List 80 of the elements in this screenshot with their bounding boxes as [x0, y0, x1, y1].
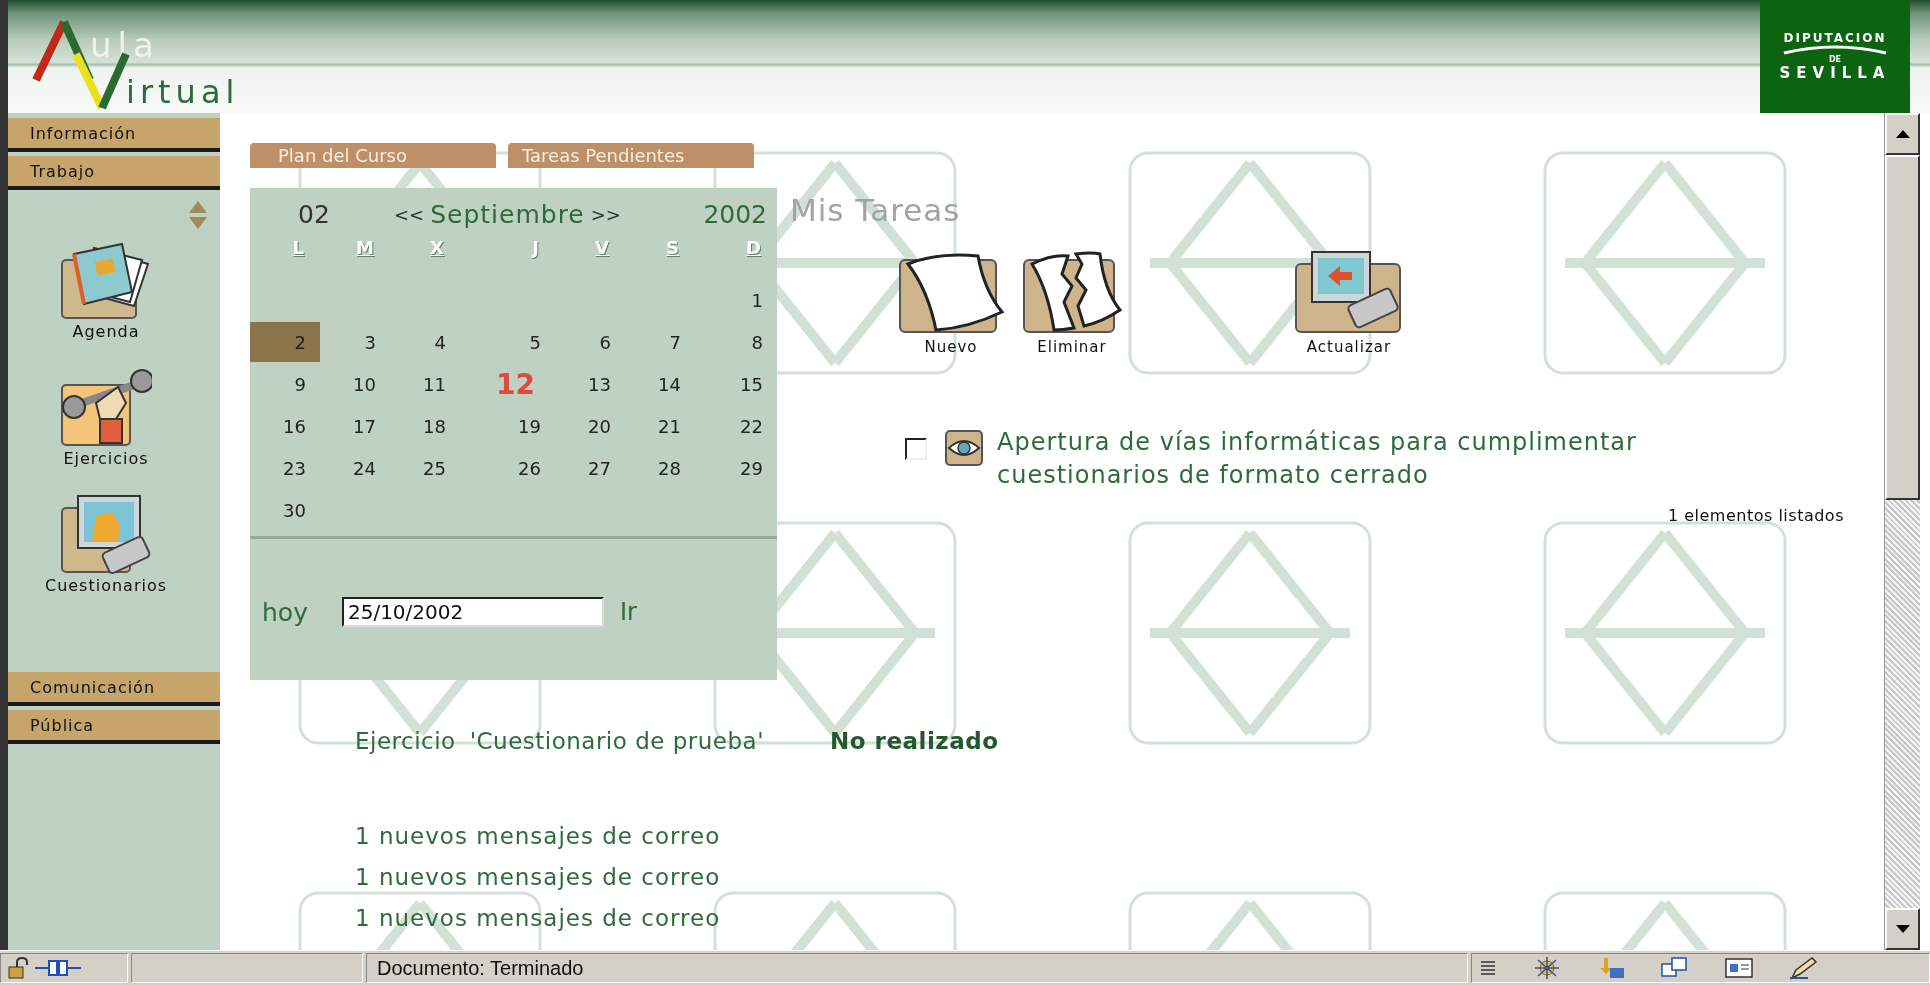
month-label: Septiembre: [430, 199, 585, 229]
item-count: 1 elementos listados: [1666, 506, 1844, 525]
sidebar-section[interactable]: Información: [8, 118, 220, 152]
exercise-label: Ejercicio: [355, 727, 456, 756]
calendar-day[interactable]: 29: [695, 448, 777, 488]
compass-icon[interactable]: [1532, 956, 1562, 980]
calendar-day[interactable]: 28: [625, 448, 695, 488]
card-icon[interactable]: [1724, 956, 1754, 980]
date-field[interactable]: 25/10/2002: [341, 597, 604, 627]
scrollbar[interactable]: [1884, 113, 1920, 950]
calendar-day[interactable]: 18: [390, 406, 460, 446]
calendar-day[interactable]: 9: [250, 364, 320, 404]
calendar-day[interactable]: 7: [625, 322, 695, 362]
calendar-day[interactable]: 16: [250, 406, 320, 446]
plug-icon: [35, 958, 81, 978]
down-arrow-icon: [1895, 925, 1910, 933]
computer-icon: [60, 494, 152, 574]
mail-notice-link[interactable]: 1 nuevos mensajes de correo: [355, 857, 721, 898]
calendar-day[interactable]: 23: [250, 448, 320, 488]
eye-icon[interactable]: [945, 430, 983, 466]
calendar-day[interactable]: 26: [460, 448, 555, 488]
next-month-button[interactable]: >>: [584, 203, 627, 225]
sidebar-item[interactable]: Agenda: [60, 242, 152, 341]
pen-icon[interactable]: [1788, 956, 1818, 980]
calendar-day[interactable]: 30: [250, 490, 320, 530]
previous-month-button[interactable]: <<: [388, 203, 431, 225]
calendar-day[interactable]: 22: [695, 406, 777, 446]
lock-icon: [7, 957, 29, 979]
calendar-day[interactable]: 11: [390, 364, 460, 404]
calendar-day[interactable]: 17: [320, 406, 390, 446]
today-label: hoy: [262, 597, 308, 627]
scroll-up-button[interactable]: [1885, 113, 1920, 155]
emblem-logo: DIPUTACION DE SEVILLA: [1760, 0, 1910, 113]
mail-notice-link[interactable]: 1 nuevos mensajes de correo: [355, 898, 721, 939]
toolbar-button[interactable]: Actualizar: [1294, 250, 1404, 356]
list-icon[interactable]: [1478, 958, 1498, 978]
calendar-day[interactable]: 19: [460, 406, 555, 446]
calendar-day[interactable]: 4: [390, 322, 460, 362]
up-arrow-icon: [1895, 130, 1910, 138]
torn-page-icon: [1022, 250, 1122, 334]
sidebar-section[interactable]: Trabajo: [8, 156, 220, 190]
calendar-day[interactable]: 27: [555, 448, 625, 488]
sidebar-section[interactable]: Comunicación: [8, 672, 220, 706]
calendar-day[interactable]: 25: [390, 448, 460, 488]
calendar-day[interactable]: 8: [695, 322, 777, 362]
mail-notice-link[interactable]: 1 nuevos mensajes de correo: [355, 816, 721, 857]
calendar-day[interactable]: 24: [320, 448, 390, 488]
chat-icon[interactable]: [1660, 956, 1690, 980]
sidebar-section[interactable]: Pública: [8, 710, 220, 744]
logo-text: irtual: [126, 74, 240, 110]
logo-text: ula: [90, 26, 160, 64]
toolbar-button[interactable]: Nuevo: [898, 250, 1004, 356]
scroll-down-button[interactable]: [1885, 908, 1920, 950]
blank-page-icon: [898, 250, 1004, 334]
calendar-day[interactable]: 15: [695, 364, 777, 404]
toolbar-button[interactable]: Eliminar: [1022, 250, 1122, 356]
sidebar-item[interactable]: Ejercicios: [60, 367, 152, 468]
day-number: 02: [298, 199, 331, 229]
calendar-day[interactable]: 13: [555, 364, 625, 404]
page-title: Mis Tareas: [790, 192, 962, 228]
calendar-day[interactable]: 14: [625, 364, 695, 404]
go-link[interactable]: Ir: [613, 597, 643, 627]
sidebar-item[interactable]: Cuestionarios: [44, 494, 168, 595]
status-text: Documento: Terminado: [366, 953, 1468, 983]
calendar-day[interactable]: 21: [625, 406, 695, 446]
dumbbell-hand-icon: [60, 367, 152, 447]
calendar-day[interactable]: 5: [460, 322, 555, 362]
year-label: 2002: [703, 199, 767, 229]
task-link[interactable]: Apertura de vías informáticas para cumplimentar cuestionarios de formato cerrado: [997, 426, 1787, 492]
calendar-day[interactable]: 2: [250, 322, 320, 362]
calendar-day[interactable]: 20: [555, 406, 625, 446]
calendar-day[interactable]: 1: [695, 280, 777, 320]
exercise-status: No realizado: [830, 727, 999, 756]
book-icon: [60, 242, 152, 320]
calendar-day[interactable]: 3: [320, 322, 390, 362]
checkbox[interactable]: [905, 438, 927, 460]
exercise-name: 'Cuestionario de prueba': [469, 727, 764, 756]
scroll-thumb[interactable]: [1885, 155, 1920, 500]
calendar-day[interactable]: 10: [320, 364, 390, 404]
calendar-day[interactable]: 6: [555, 322, 625, 362]
